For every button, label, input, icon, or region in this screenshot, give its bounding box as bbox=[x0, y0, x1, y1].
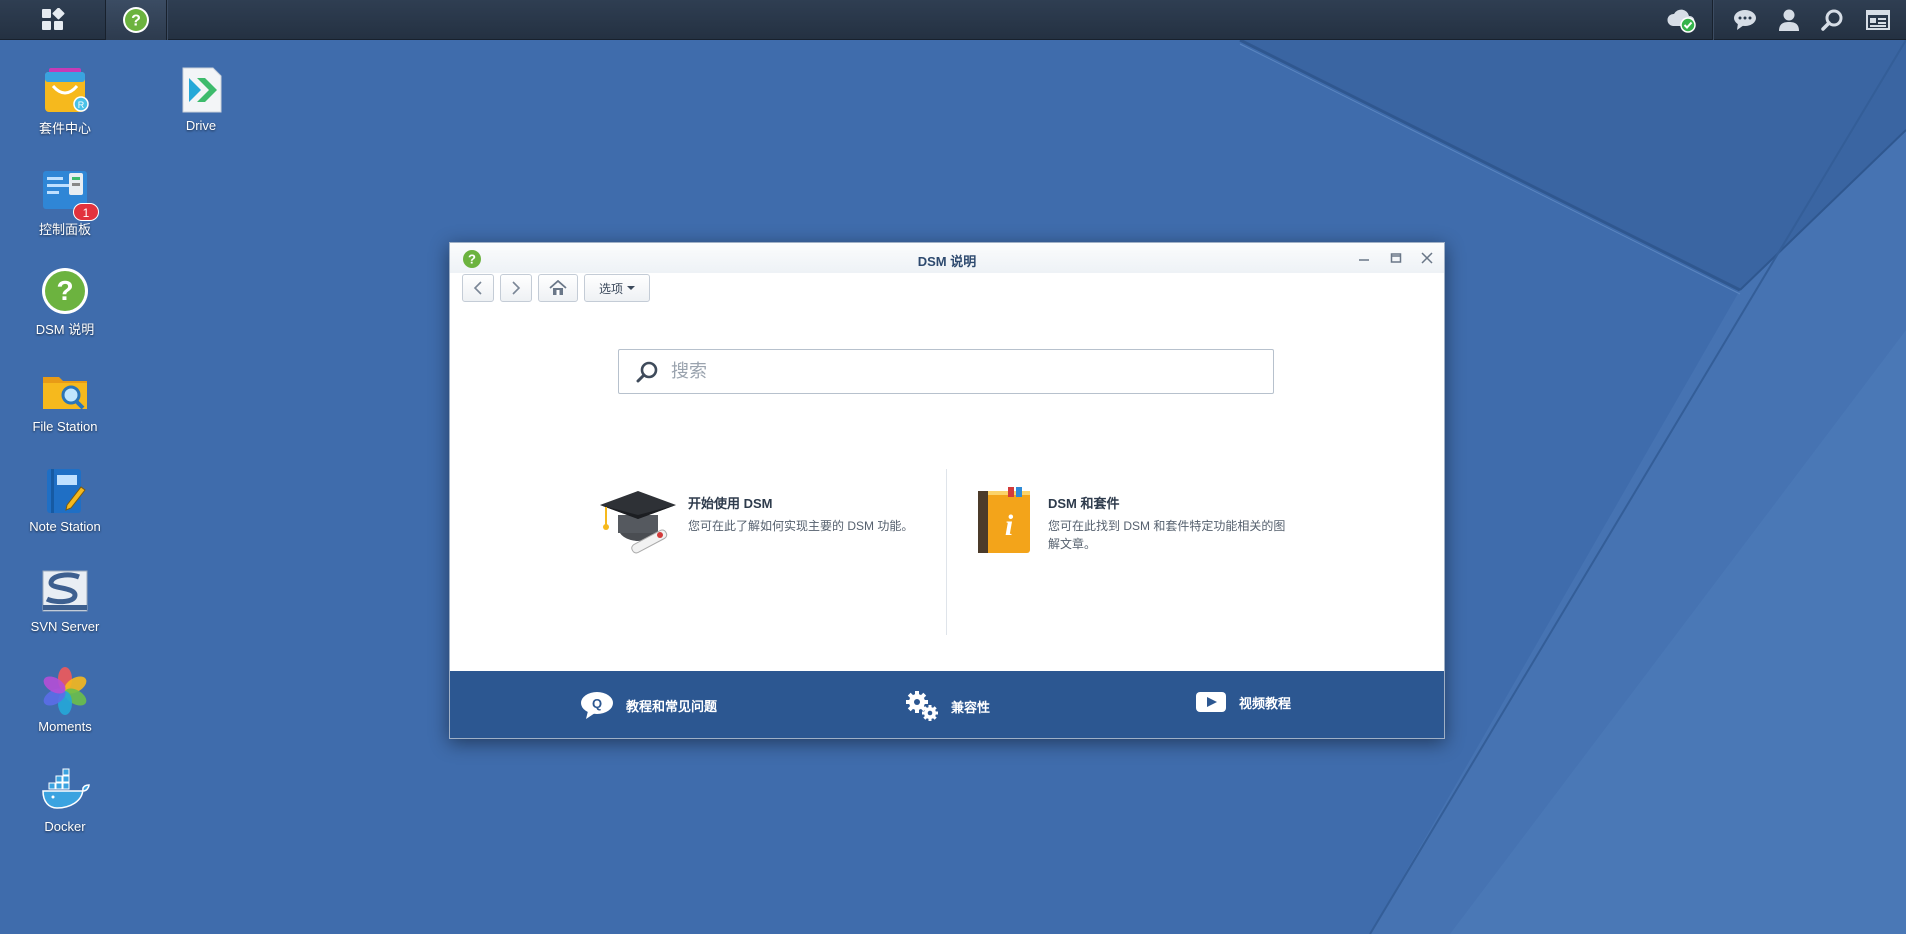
chevron-left-icon bbox=[473, 281, 482, 295]
desktop-icon-label: Docker bbox=[44, 819, 86, 834]
options-dropdown[interactable]: 选项 bbox=[584, 274, 650, 302]
card-description: 您可在此了解如何实现主要的 DSM 功能。 bbox=[688, 519, 914, 533]
forward-button[interactable] bbox=[500, 274, 532, 302]
footer-link-label: 视频教程 bbox=[1239, 695, 1292, 711]
widgets-button[interactable] bbox=[1858, 0, 1898, 40]
taskbar-app-dsm-help[interactable]: ? bbox=[106, 0, 166, 40]
taskbar-divider bbox=[166, 0, 167, 40]
cloud-sync-icon bbox=[1667, 9, 1696, 33]
search-icon bbox=[636, 361, 658, 382]
window-toolbar: 选项 bbox=[462, 274, 650, 302]
play-video-icon bbox=[1196, 692, 1226, 712]
search-icon bbox=[1821, 9, 1843, 31]
footer-link-label: 兼容性 bbox=[951, 699, 991, 715]
chevron-down-icon bbox=[627, 286, 635, 290]
help-search-box[interactable] bbox=[618, 349, 1274, 394]
drive-icon bbox=[175, 64, 227, 116]
chevron-right-icon bbox=[512, 281, 521, 295]
help-footer: Q 教程和常见问题 兼容性 视频教程 bbox=[450, 671, 1444, 738]
search-button[interactable] bbox=[1815, 0, 1849, 40]
desktop-icon-package-center[interactable]: R 套件中心 bbox=[10, 64, 120, 137]
svg-text:?: ? bbox=[56, 275, 73, 306]
card-dsm-and-packages[interactable]: i DSM 和套件 您可在此找到 DSM 和套件特定功能相关的图 解文章。 bbox=[972, 487, 1286, 557]
search-input[interactable] bbox=[671, 361, 1261, 382]
user-menu-button[interactable] bbox=[1772, 0, 1806, 40]
card-title: 开始使用 DSM bbox=[688, 496, 773, 511]
desktop-icon-docker[interactable]: Docker bbox=[10, 765, 120, 834]
footer-link-video-tutorials[interactable]: 视频教程 bbox=[1195, 691, 1291, 713]
desktop-icon-label: Moments bbox=[38, 719, 92, 734]
footer-link-label: 教程和常见问题 bbox=[626, 698, 718, 714]
user-icon bbox=[1779, 9, 1799, 31]
desktop-icon-label: SVN Server bbox=[30, 619, 100, 634]
taskbar: ? bbox=[0, 0, 1906, 40]
svn-icon bbox=[39, 565, 91, 617]
svg-text:R: R bbox=[78, 100, 85, 110]
widgets-icon bbox=[1866, 10, 1890, 30]
taskbar-divider bbox=[1712, 0, 1713, 40]
minimize-icon bbox=[1359, 259, 1369, 261]
close-icon bbox=[1421, 252, 1433, 264]
desktop-icon-label: 套件中心 bbox=[38, 121, 91, 136]
back-button[interactable] bbox=[462, 274, 494, 302]
home-icon bbox=[549, 280, 567, 295]
options-label: 选项 bbox=[598, 281, 623, 296]
graduation-cap-icon bbox=[600, 491, 676, 554]
card-description-line-1: 您可在此找到 DSM 和套件特定功能相关的图 bbox=[1048, 519, 1286, 533]
footer-link-faq[interactable]: Q 教程和常见问题 bbox=[580, 691, 717, 719]
window-titlebar[interactable]: ? DSM 说明 bbox=[450, 243, 1444, 273]
card-divider bbox=[946, 469, 947, 635]
moments-flower-icon bbox=[39, 665, 91, 717]
svg-text:?: ? bbox=[131, 13, 141, 30]
card-description-line-2: 解文章。 bbox=[1048, 537, 1097, 551]
home-button[interactable] bbox=[538, 274, 578, 302]
card-title: DSM 和套件 bbox=[1048, 496, 1120, 511]
desktop-icon-drive[interactable]: Drive bbox=[146, 64, 256, 133]
info-book-icon: i bbox=[978, 487, 1030, 553]
desktop-icon-label: 控制面板 bbox=[38, 222, 91, 237]
desktop-icon-svn-server[interactable]: SVN Server bbox=[10, 565, 120, 634]
notification-badge: 1 bbox=[73, 203, 99, 221]
package-center-icon: R bbox=[39, 64, 91, 116]
gears-icon bbox=[906, 691, 938, 721]
close-button[interactable] bbox=[1418, 249, 1436, 267]
help-icon: ? bbox=[39, 265, 91, 317]
footer-link-compatibility[interactable]: 兼容性 bbox=[905, 691, 990, 721]
desktop-icon-label: Drive bbox=[185, 118, 217, 133]
desktop-icon-note-station[interactable]: Note Station bbox=[10, 465, 120, 534]
grid-icon bbox=[41, 8, 64, 30]
desktop-icon-file-station[interactable]: File Station bbox=[10, 365, 120, 434]
control-panel-icon: 1 bbox=[39, 165, 99, 221]
dsm-help-window: ? DSM 说明 选项 搜索 开始使用 DSM 您可在此了解如何实现主要的 DS… bbox=[449, 242, 1445, 739]
desktop-icon-dsm-help[interactable]: ? DSM 说明 bbox=[10, 265, 120, 338]
desktop-icon-label: DSM 说明 bbox=[35, 322, 95, 337]
notifications-button[interactable] bbox=[1728, 0, 1762, 40]
faq-bubble-icon: Q bbox=[581, 692, 613, 719]
chat-icon bbox=[1734, 10, 1756, 30]
folder-search-icon bbox=[39, 365, 91, 417]
docker-whale-icon bbox=[39, 765, 91, 817]
maximize-button[interactable] bbox=[1387, 249, 1405, 267]
card-getting-started[interactable]: 开始使用 DSM 您可在此了解如何实现主要的 DSM 功能。 bbox=[600, 491, 914, 557]
main-menu-button[interactable] bbox=[0, 0, 105, 40]
desktop-icon-label: File Station bbox=[32, 419, 98, 434]
cloud-sync-status-button[interactable] bbox=[1662, 0, 1702, 40]
desktop-icon-control-panel[interactable]: 1 控制面板 bbox=[10, 165, 120, 238]
desktop-icon-moments[interactable]: Moments bbox=[10, 665, 120, 734]
desktop-icon-label: Note Station bbox=[29, 519, 101, 534]
notebook-icon bbox=[39, 465, 91, 517]
window-title: DSM 说明 bbox=[917, 254, 977, 269]
help-icon: ? bbox=[123, 7, 149, 33]
maximize-icon bbox=[1390, 253, 1402, 263]
svg-text:Q: Q bbox=[592, 696, 602, 711]
minimize-button[interactable] bbox=[1355, 249, 1373, 267]
svg-text:i: i bbox=[1005, 509, 1014, 542]
